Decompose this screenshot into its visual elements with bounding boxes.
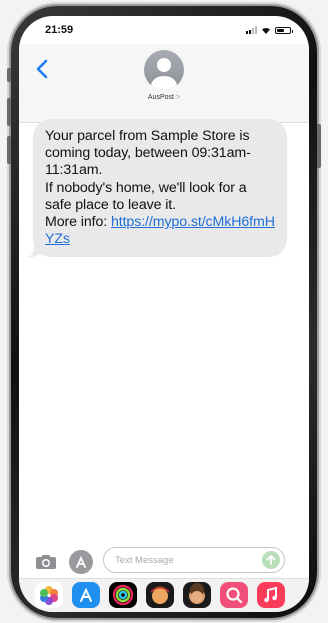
photos-app-button[interactable] (35, 582, 63, 608)
composer-bar: Text Message (19, 544, 309, 580)
back-chevron-icon[interactable] (33, 58, 53, 80)
contact-name-row[interactable]: AusPost > (19, 94, 309, 101)
message-bubble[interactable]: Your parcel from Sample Store is coming … (22, 119, 287, 259)
message-input[interactable]: Text Message (103, 547, 285, 573)
search-app-button[interactable] (220, 582, 248, 608)
status-icons (246, 26, 293, 34)
battery-icon (275, 26, 293, 34)
app-drawer (19, 578, 309, 612)
activity-app-button[interactable] (109, 582, 137, 608)
arrow-up-icon (266, 555, 276, 565)
search-icon (226, 587, 243, 604)
memoji-app-button[interactable] (146, 582, 174, 608)
memoji-app-button-2[interactable] (183, 582, 211, 608)
music-app-button[interactable] (257, 582, 285, 608)
conversation-header: AusPost > (19, 44, 309, 123)
message-line-1: Your parcel from Sample Store is coming … (45, 128, 251, 179)
volume-down-button (7, 136, 11, 164)
volume-up-button (7, 98, 11, 126)
battery-level (277, 28, 284, 32)
camera-icon[interactable] (35, 554, 57, 570)
message-line-3: More info: https://mypo.st/cMkH6fmHYZs (45, 214, 275, 248)
memoji-icon (189, 583, 205, 604)
status-time: 21:59 (45, 24, 74, 36)
app-store-app-button[interactable] (72, 582, 100, 608)
contact-name: AusPost (147, 94, 174, 101)
music-icon (264, 586, 277, 603)
screen: 21:59 AusPost > Your parcel from Sample … (19, 16, 309, 612)
photos-icon (40, 586, 58, 605)
app-store-icon (76, 555, 86, 568)
wifi-icon (262, 27, 270, 34)
more-info-label: More info: (45, 214, 108, 231)
message-input-placeholder: Text Message (115, 555, 174, 566)
person-silhouette-icon (151, 58, 177, 90)
send-button[interactable] (262, 551, 280, 569)
memoji-icon (151, 586, 169, 604)
cellular-signal-icon (246, 26, 257, 34)
app-store-button[interactable] (69, 550, 93, 574)
mute-switch (7, 68, 11, 82)
contact-chevron: > (175, 94, 181, 101)
message-line-2: If nobody's home, we'll look for a safe … (45, 179, 247, 213)
app-store-icon (80, 587, 92, 602)
activity-icon (112, 584, 134, 606)
status-bar: 21:59 (19, 16, 309, 46)
power-button (317, 124, 321, 168)
contact-avatar[interactable] (144, 50, 184, 90)
